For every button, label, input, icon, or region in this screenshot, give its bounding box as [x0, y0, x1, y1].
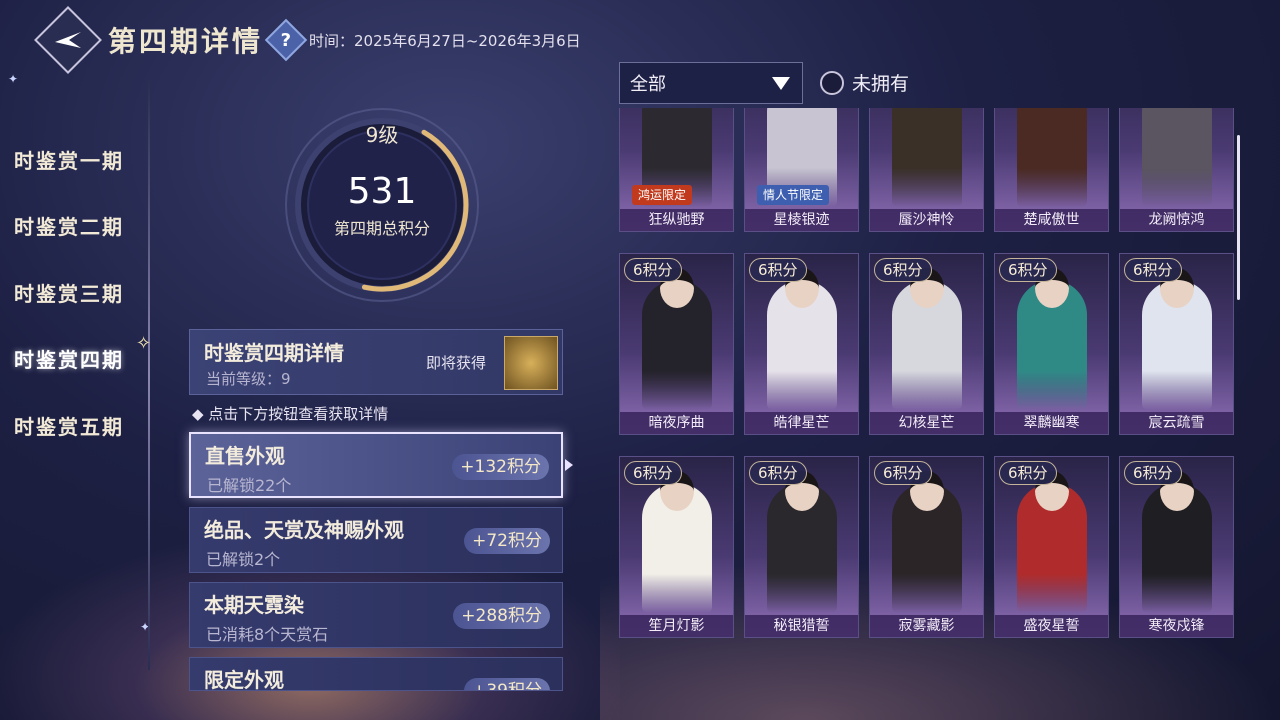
question-icon: ? [280, 29, 292, 51]
category-sub: 已解锁22个 [207, 476, 292, 495]
outfit-figure [1142, 108, 1212, 207]
detail-title: 时鉴赏四期详情 [204, 341, 344, 365]
outfit-name: 幻核星芒 [870, 412, 983, 434]
category-limited[interactable]: 限定外观 +39积分 [189, 657, 563, 691]
radio-icon[interactable] [820, 70, 844, 95]
grid-scrollbar[interactable] [1237, 135, 1240, 300]
help-button[interactable]: ? [264, 18, 308, 62]
soon-label: 即将获得 [426, 354, 487, 372]
side-item-period-5[interactable]: 时鉴赏五期 [14, 392, 124, 459]
outfit-name: 寒夜戍锋 [1120, 615, 1233, 637]
points-badge: 6积分 [874, 461, 932, 485]
category-title: 直售外观 [205, 444, 285, 468]
hint-text: ◆ 点击下方按钮查看获取详情 [192, 405, 389, 423]
category-title: 本期天霓染 [204, 593, 304, 617]
outfit-name: 翠麟幽寒 [995, 412, 1108, 434]
outfit-card[interactable]: 6积分皓律星芒 [744, 253, 859, 435]
unowned-toggle[interactable]: 未拥有 [820, 69, 909, 96]
category-sub: 已解锁2个 [206, 550, 281, 569]
side-nav: 时鉴赏一期 时鉴赏二期 时鉴赏三期 时鉴赏四期 时鉴赏五期 [14, 126, 124, 459]
points-badge: 6积分 [999, 461, 1057, 485]
outfit-name: 皓律星芒 [745, 412, 858, 434]
outfit-name: 宸云疏雪 [1120, 412, 1233, 434]
outfit-card[interactable]: 5积分情人节限定星棱银迹 [744, 108, 859, 232]
outfit-card[interactable]: 6积分笙月灯影 [619, 456, 734, 638]
outfit-name: 寂雾藏影 [870, 615, 983, 637]
outfit-card[interactable]: 6积分盛夜星誓 [994, 456, 1109, 638]
points-badge: 6积分 [999, 258, 1057, 282]
caret-down-icon [772, 77, 790, 90]
points-badge: 6积分 [1124, 461, 1182, 485]
points-badge: 6积分 [1124, 258, 1182, 282]
score-label: 第四期总积分 [333, 219, 430, 238]
points-badge: 6积分 [749, 461, 807, 485]
outfit-card[interactable]: 5积分鸿运限定狂纵驰野 [619, 108, 734, 232]
side-item-period-1[interactable]: 时鉴赏一期 [14, 126, 124, 193]
outfit-card[interactable]: 6积分寒夜戍锋 [1119, 456, 1234, 638]
category-sub: 已消耗8个天赏石 [206, 625, 329, 644]
active-marker-icon: ✧ [136, 333, 152, 354]
filter-dropdown[interactable]: 全部 [619, 62, 803, 104]
outfit-card[interactable]: 6积分暗夜序曲 [619, 253, 734, 435]
side-item-period-3[interactable]: 时鉴赏三期 [14, 259, 124, 326]
outfit-card[interactable]: 6积分翠麟幽寒 [994, 253, 1109, 435]
outfit-name: 龙阙惊鸿 [1120, 209, 1233, 231]
header: 第四期详情 ? 时间：2025年6月27日~2026年3月6日 [34, 6, 581, 74]
outfit-figure [1017, 108, 1087, 207]
outfit-name: 楚咸傲世 [995, 209, 1108, 231]
current-level: 当前等级：9 [206, 370, 291, 388]
outfit-card[interactable]: 5积分蜃沙神怜 [869, 108, 984, 232]
page-title: 第四期详情 [108, 25, 264, 58]
outfit-name: 秘银猎誓 [745, 615, 858, 637]
selected-arrow-icon [565, 459, 573, 471]
points-badge: 6积分 [624, 258, 682, 282]
category-points: +72积分 [464, 528, 550, 554]
reward-item-icon[interactable] [504, 336, 558, 390]
level-label: 9级 [365, 123, 399, 147]
category-dye[interactable]: 本期天霓染 已消耗8个天赏石 +288积分 [189, 582, 563, 648]
outfit-card[interactable]: 5积分龙阙惊鸿 [1119, 108, 1234, 232]
category-points: +39积分 [464, 678, 550, 690]
outfit-card[interactable]: 6积分幻核星芒 [869, 253, 984, 435]
category-direct-sale[interactable]: 直售外观 已解锁22个 +132积分 [189, 432, 563, 498]
outfit-card[interactable]: 5积分楚咸傲世 [994, 108, 1109, 232]
back-arrow-icon [55, 32, 81, 48]
points-badge: 6积分 [874, 258, 932, 282]
points-badge: 6积分 [624, 461, 682, 485]
side-divider [148, 80, 150, 670]
outfit-card[interactable]: 6积分秘银猎誓 [744, 456, 859, 638]
category-title: 绝品、天赏及神赐外观 [204, 518, 404, 542]
filter-value: 全部 [630, 74, 666, 95]
side-item-period-2[interactable]: 时鉴赏二期 [14, 193, 124, 260]
limited-tag: 鸿运限定 [632, 185, 693, 205]
outfit-name: 星棱银迹 [745, 209, 858, 231]
category-points: +132积分 [452, 454, 549, 480]
category-points: +288积分 [453, 603, 550, 629]
category-title: 限定外观 [204, 668, 284, 691]
period-text: 时间：2025年6月27日~2026年3月6日 [309, 31, 581, 50]
outfit-figure [892, 108, 962, 207]
outfit-grid[interactable]: 5积分鸿运限定狂纵驰野5积分情人节限定星棱银迹5积分蜃沙神怜5积分楚咸傲世5积分… [619, 108, 1237, 690]
detail-card[interactable]: 时鉴赏四期详情 当前等级：9 即将获得 [189, 329, 563, 395]
outfit-name: 笙月灯影 [620, 615, 733, 637]
outfit-card[interactable]: 6积分寂雾藏影 [869, 456, 984, 638]
score-value: 531 [347, 171, 417, 212]
outfit-name: 盛夜星誓 [995, 615, 1108, 637]
side-item-period-4[interactable]: 时鉴赏四期 [14, 326, 124, 393]
outfit-name: 暗夜序曲 [620, 412, 733, 434]
limited-tag: 情人节限定 [757, 185, 830, 205]
category-premium[interactable]: 绝品、天赏及神赐外观 已解锁2个 +72积分 [189, 507, 563, 573]
level-ring: 9级 531 第四期总积分 [282, 105, 482, 305]
outfit-name: 蜃沙神怜 [870, 209, 983, 231]
outfit-card[interactable]: 6积分宸云疏雪 [1119, 253, 1234, 435]
points-badge: 6积分 [749, 258, 807, 282]
star-decoration: ✦ [8, 72, 19, 86]
outfit-name: 狂纵驰野 [620, 209, 733, 231]
unowned-label: 未拥有 [852, 73, 910, 95]
back-button[interactable] [34, 6, 102, 74]
